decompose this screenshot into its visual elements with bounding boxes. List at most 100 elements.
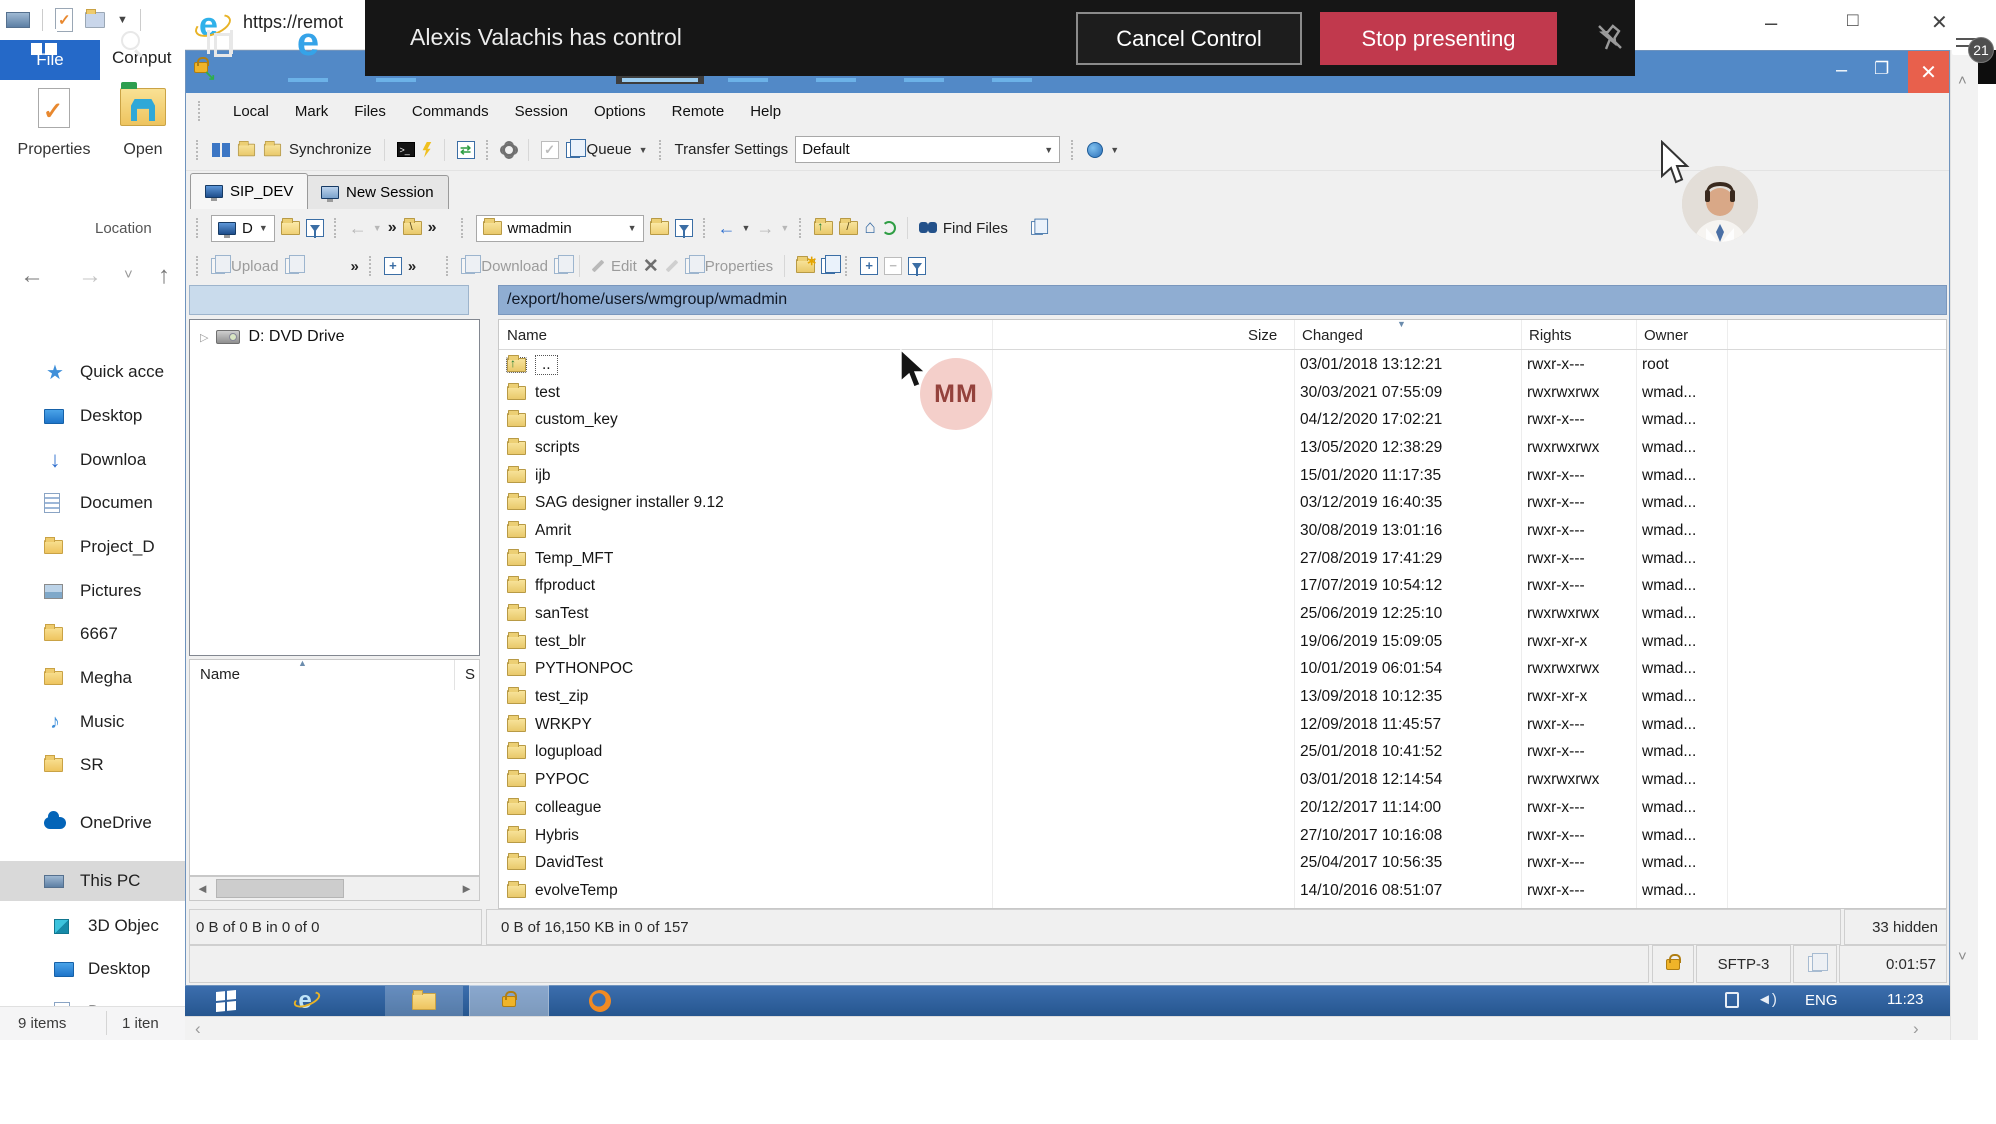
local-size-column-header[interactable]: S bbox=[465, 666, 475, 683]
sidebar-item-megha[interactable]: Megha bbox=[0, 658, 185, 698]
sidebar-item-documen[interactable]: Documen bbox=[0, 483, 185, 523]
cmd-overflow-chevron[interactable]: » bbox=[351, 258, 359, 275]
unpin-banner-icon[interactable] bbox=[1595, 22, 1625, 57]
connection-icon-cell[interactable] bbox=[1793, 945, 1837, 983]
sidebar-item-6667[interactable]: 6667 bbox=[0, 614, 185, 654]
select-add-icon[interactable]: + bbox=[860, 257, 878, 275]
download-label[interactable]: Download bbox=[481, 258, 548, 275]
file-row[interactable]: colleague20/12/2017 11:14:00rwxr-x---wma… bbox=[499, 794, 1946, 822]
remote-forward-icon[interactable]: → bbox=[756, 218, 774, 239]
hidden-files-cell[interactable]: 33 hidden bbox=[1844, 909, 1947, 945]
upload-label[interactable]: Upload bbox=[231, 258, 279, 275]
synchronize-label[interactable]: Synchronize bbox=[289, 141, 372, 158]
local-path-bar[interactable] bbox=[189, 285, 469, 315]
toolbar-grip[interactable] bbox=[446, 256, 451, 276]
file-row[interactable]: custom_key04/12/2020 17:02:21rwxr-x---wm… bbox=[499, 406, 1946, 434]
download-background-icon[interactable] bbox=[554, 258, 568, 274]
remote-firefox-button[interactable] bbox=[570, 986, 630, 1016]
local-back-dropdown-icon[interactable]: ▼ bbox=[373, 223, 382, 233]
local-drive-select[interactable]: D▼ bbox=[211, 215, 275, 242]
file-row[interactable]: ..03/01/2018 13:12:21rwxr-x---root bbox=[499, 351, 1946, 379]
queue-toggle-icon[interactable]: ✓ bbox=[541, 141, 559, 159]
properties-icon[interactable] bbox=[685, 258, 699, 274]
toolbar-grip[interactable] bbox=[196, 140, 201, 160]
edit-icon[interactable] bbox=[592, 260, 605, 273]
remote-explorer-button[interactable] bbox=[385, 986, 463, 1016]
copy-icon[interactable] bbox=[821, 258, 835, 274]
select-remove-icon[interactable]: − bbox=[884, 257, 902, 275]
find-files-icon[interactable] bbox=[919, 222, 937, 234]
menu-item-options[interactable]: Options bbox=[594, 103, 646, 120]
toolbar-grip[interactable] bbox=[845, 256, 850, 276]
local-file-list[interactable] bbox=[189, 690, 480, 876]
file-name[interactable]: test_blr bbox=[535, 633, 586, 651]
file-row[interactable]: logupload25/01/2018 10:41:52rwxr-x---wma… bbox=[499, 739, 1946, 767]
remote-filter-icon[interactable] bbox=[675, 219, 693, 237]
file-name[interactable]: scripts bbox=[535, 439, 580, 457]
cmd-overflow-chevron[interactable]: » bbox=[408, 258, 416, 275]
sidebar-item-music[interactable]: Music bbox=[0, 702, 185, 742]
file-name[interactable]: SAG designer installer 9.12 bbox=[535, 494, 724, 512]
toolbar-grip[interactable] bbox=[198, 101, 203, 121]
synchronize-icon[interactable] bbox=[264, 143, 281, 156]
cancel-control-button[interactable]: Cancel Control bbox=[1076, 12, 1302, 65]
column-header-owner[interactable]: Owner bbox=[1644, 327, 1688, 344]
open-local-dir-icon[interactable] bbox=[281, 221, 300, 235]
local-tree[interactable]: ▷ D: DVD Drive bbox=[189, 319, 480, 656]
sidebar-item-this-pc[interactable]: This PC bbox=[0, 861, 185, 901]
queue-label[interactable]: Queue bbox=[587, 141, 632, 158]
refresh-icon[interactable] bbox=[882, 221, 896, 235]
scroll-right-icon[interactable]: ► bbox=[460, 881, 473, 896]
scroll-down-chevron-icon[interactable]: ˅ bbox=[1958, 948, 1967, 965]
file-row[interactable]: sanTest25/06/2019 12:25:10rwxrwxrwxwmad.… bbox=[499, 600, 1946, 628]
speaker-icon[interactable] bbox=[1763, 31, 1789, 53]
file-name[interactable]: Temp_MFT bbox=[535, 550, 613, 568]
remote-directory-select[interactable]: wmadmin▼ bbox=[476, 215, 644, 242]
upload-icon[interactable] bbox=[211, 258, 225, 274]
file-name[interactable]: PYPOC bbox=[535, 771, 589, 789]
file-row[interactable]: test_blr19/06/2019 15:09:05rwxr-xr-xwmad… bbox=[499, 628, 1946, 656]
queue-icon[interactable] bbox=[566, 142, 580, 158]
remote-back-icon[interactable]: ← bbox=[718, 218, 736, 239]
open-remote-dir-icon[interactable] bbox=[650, 221, 669, 235]
browser-horizontal-scrollbar[interactable]: ‹ › bbox=[185, 1016, 1950, 1040]
scroll-thumb[interactable] bbox=[216, 879, 344, 898]
compare-panels-icon[interactable] bbox=[212, 143, 230, 157]
back-arrow-icon[interactable]: ← bbox=[20, 262, 44, 290]
file-name[interactable]: colleague bbox=[535, 799, 601, 817]
remote-language-indicator[interactable]: ENG bbox=[1805, 992, 1838, 1009]
remote-ie-button[interactable]: e bbox=[280, 986, 330, 1016]
parent-directory-icon[interactable] bbox=[814, 221, 833, 235]
menu-item-local[interactable]: Local bbox=[233, 103, 269, 120]
file-row[interactable]: Amrit30/08/2019 13:01:16rwxr-x---wmad... bbox=[499, 517, 1946, 545]
open-ribbon-button[interactable]: Open bbox=[108, 88, 178, 159]
download-icon[interactable] bbox=[461, 258, 475, 274]
file-name[interactable]: DavidTest bbox=[535, 854, 603, 872]
local-overflow-chevron[interactable]: » bbox=[388, 219, 397, 237]
local-add-icon[interactable]: + bbox=[384, 257, 402, 275]
forward-arrow-icon[interactable]: → bbox=[78, 262, 102, 290]
winscp-minimize-button[interactable]: – bbox=[1836, 59, 1847, 82]
scroll-left-chevron-icon[interactable]: ‹ bbox=[195, 1019, 201, 1039]
sidebar-item-desktop[interactable]: Desktop bbox=[0, 396, 185, 436]
tab-sip-dev[interactable]: SIP_DEV bbox=[190, 173, 308, 209]
remote-keyboard-tray-icon[interactable] bbox=[1725, 992, 1739, 1008]
session-dropdown-icon[interactable]: ▼ bbox=[1110, 145, 1119, 155]
file-row[interactable]: WRKPY12/09/2018 11:45:57rwxr-x---wmad... bbox=[499, 711, 1946, 739]
scroll-up-chevron-icon[interactable]: ˄ bbox=[1958, 72, 1967, 89]
file-name[interactable]: logupload bbox=[535, 743, 602, 761]
sidebar-item-sr[interactable]: SR bbox=[0, 745, 185, 785]
file-row[interactable]: test_zip13/09/2018 10:12:35rwxr-xr-xwmad… bbox=[499, 683, 1946, 711]
taskbar-button-task-view[interactable] bbox=[176, 0, 264, 84]
queue-dropdown-icon[interactable]: ▼ bbox=[639, 145, 648, 155]
file-name[interactable]: Amrit bbox=[535, 522, 571, 540]
properties-label[interactable]: Properties bbox=[705, 258, 773, 275]
edit-label[interactable]: Edit bbox=[611, 258, 637, 275]
session-globe-icon[interactable] bbox=[1087, 142, 1103, 158]
host-maximize-button[interactable]: □ bbox=[1847, 10, 1858, 32]
toolbar-grip[interactable] bbox=[486, 140, 491, 160]
new-folder-icon[interactable] bbox=[796, 259, 815, 273]
protocol-cell[interactable]: SFTP-3 bbox=[1696, 945, 1791, 983]
file-row[interactable]: ijb15/01/2020 11:17:35rwxr-x---wmad... bbox=[499, 462, 1946, 490]
battery-icon[interactable] bbox=[1659, 35, 1685, 49]
